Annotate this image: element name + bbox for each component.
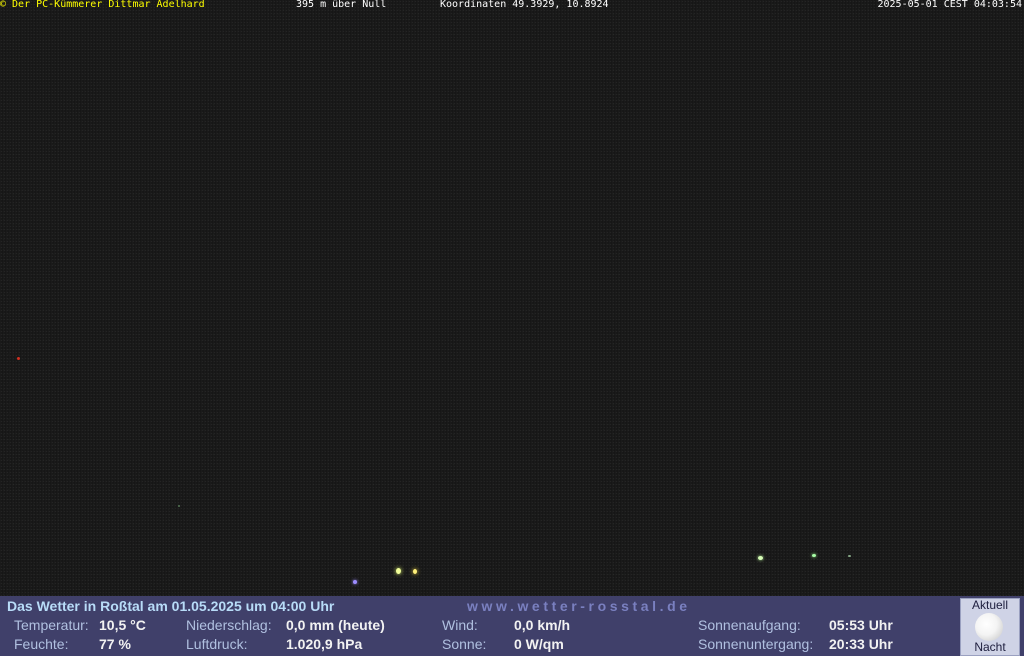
- pressure-label: Luftdruck:: [186, 636, 248, 652]
- sunrise-label: Sonnenaufgang:: [698, 617, 801, 633]
- camera-overlay-bar: © Der PC-Kümmerer Dittmar Adelhard 395 m…: [0, 0, 1024, 11]
- light-point: [413, 569, 417, 574]
- precipitation-value: 0,0 mm (heute): [286, 617, 385, 633]
- full-moon-icon: [975, 613, 1003, 641]
- light-point: [353, 580, 357, 584]
- precipitation-label: Niederschlag:: [186, 617, 272, 633]
- temperature-label: Temperatur:: [14, 617, 89, 633]
- coordinates-text: Koordinaten 49.3929, 10.8924: [440, 0, 609, 10]
- wind-label: Wind:: [442, 617, 478, 633]
- red-light-point: [17, 357, 20, 360]
- timestamp-text: 2025-05-01 CEST 04:03:54: [877, 0, 1023, 10]
- pressure-value: 1.020,9 hPa: [286, 636, 363, 652]
- owner-credit: © Der PC-Kümmerer Dittmar Adelhard: [0, 0, 205, 10]
- moon-night-label: Nacht: [974, 640, 1006, 654]
- sunrise-value: 05:53 Uhr: [829, 617, 893, 633]
- moon-current-label: Aktuell: [971, 598, 1009, 612]
- sunset-label: Sonnenuntergang:: [698, 636, 814, 652]
- weather-headline: Das Wetter in Roßtal am 01.05.2025 um 04…: [7, 598, 335, 614]
- sunset-value: 20:33 Uhr: [829, 636, 893, 652]
- light-point: [396, 568, 401, 574]
- humidity-value: 77 %: [99, 636, 131, 652]
- sun-label: Sonne:: [442, 636, 487, 652]
- website-link[interactable]: www.wetter-rosstal.de: [467, 598, 691, 615]
- webcam-image: [0, 0, 1024, 596]
- temperature-value: 10,5 °C: [99, 617, 146, 633]
- wind-value: 0,0 km/h: [514, 617, 571, 633]
- light-point: [758, 556, 763, 560]
- light-point: [812, 554, 816, 557]
- moon-phase-box: Aktuell Nacht: [960, 598, 1020, 656]
- light-point: [178, 505, 180, 507]
- sun-value: 0 W/qm: [514, 636, 564, 652]
- altitude-text: 395 m über Null: [296, 0, 387, 10]
- humidity-label: Feuchte:: [14, 636, 69, 652]
- light-point: [848, 555, 851, 557]
- weather-panel: Das Wetter in Roßtal am 01.05.2025 um 04…: [0, 596, 1024, 656]
